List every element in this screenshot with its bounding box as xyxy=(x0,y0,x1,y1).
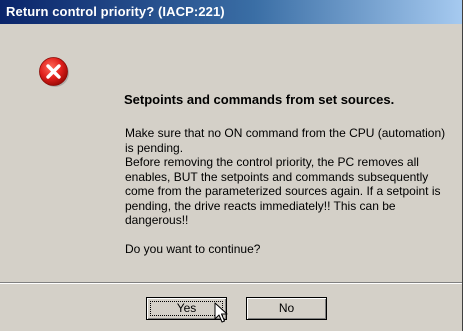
no-button-label: No xyxy=(278,301,295,315)
no-button[interactable]: No xyxy=(246,297,327,320)
title-bar[interactable]: Return control priority? (IACP:221) xyxy=(0,0,462,24)
message-paragraph-details: Before removing the control priority, th… xyxy=(125,155,441,227)
message-paragraph-warning: Make sure that no ON command from the CP… xyxy=(125,126,446,155)
message-dialog: Return control priority? (IACP:221) Setp… xyxy=(0,0,463,331)
message-body: Make sure that no ON command from the CP… xyxy=(125,126,457,256)
error-icon xyxy=(38,56,70,88)
window-title: Return control priority? (IACP:221) xyxy=(6,4,225,19)
mouse-pointer-icon xyxy=(214,302,228,324)
button-area-separator xyxy=(0,282,462,284)
message-question: Do you want to continue? xyxy=(125,241,261,256)
message-heading: Setpoints and commands from set sources. xyxy=(124,92,395,107)
